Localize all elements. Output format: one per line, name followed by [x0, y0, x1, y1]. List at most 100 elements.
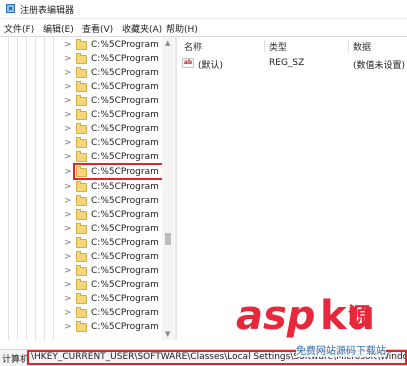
expand-arrow-icon[interactable]: >	[64, 210, 72, 220]
tree-item-label: C:%5CProgram Fi	[91, 252, 169, 262]
menu-file[interactable]: 文件(F)	[4, 22, 34, 35]
scroll-up-icon[interactable]: ▲	[165, 39, 170, 47]
tree-item[interactable]: > C:%5CProgram Fi	[0, 123, 169, 137]
folder-icon	[76, 293, 87, 304]
expand-arrow-icon[interactable]: >	[64, 182, 72, 192]
tree-item-label: C:%5CProgram Fi	[91, 280, 169, 290]
pane-splitter[interactable]	[175, 37, 177, 340]
expand-arrow-icon[interactable]: >	[64, 224, 72, 234]
expand-arrow-icon[interactable]: >	[64, 40, 72, 50]
tree-item-label: C:%5CProgram Fi	[91, 182, 169, 192]
folder-icon	[76, 181, 87, 192]
registry-editor-icon	[6, 4, 15, 13]
tree-item-label: C:%5CProgram Fi	[91, 238, 169, 248]
tree-item-label: C:%5CProgram Fi	[91, 196, 169, 206]
expand-arrow-icon[interactable]: >	[64, 294, 72, 304]
tree-item-label: C:%5CProgram Fi	[91, 294, 169, 304]
tree-item[interactable]: > C:%5CProgram Fi	[0, 279, 169, 293]
tree-scrollbar[interactable]: ▲ ▼	[162, 37, 174, 340]
menu-favorites[interactable]: 收藏夹(A)	[122, 22, 162, 35]
menu-help[interactable]: 帮助(H)	[166, 22, 198, 35]
expand-arrow-icon[interactable]: >	[64, 238, 72, 248]
tree-item[interactable]: > C:%5CProgram Fi	[0, 53, 169, 67]
expand-arrow-icon[interactable]: >	[64, 308, 72, 318]
value-name: (默认)	[198, 61, 224, 71]
tree-item-label: C:%5CProgram Fi	[91, 96, 169, 106]
tree-item[interactable]: > C:%5CProgram Fi	[0, 223, 169, 237]
column-header-type[interactable]: 类型	[269, 40, 287, 53]
expand-arrow-icon[interactable]: >	[64, 167, 72, 177]
tree-item[interactable]: > C:%5CProgram Fi	[0, 95, 169, 109]
expand-arrow-icon[interactable]: >	[64, 54, 72, 64]
expand-arrow-icon[interactable]: >	[64, 196, 72, 206]
tree-item[interactable]: > C:%5CProgram Fi	[0, 237, 169, 251]
tree-item[interactable]: > C:%5CProgram Fi	[0, 307, 169, 321]
expand-arrow-icon[interactable]: >	[64, 110, 72, 120]
folder-icon	[76, 209, 87, 220]
tree-item[interactable]: > C:%5CProgram Fi	[0, 181, 169, 195]
column-separator[interactable]	[348, 40, 349, 52]
expand-arrow-icon[interactable]: >	[64, 322, 72, 332]
folder-icon	[76, 195, 87, 206]
scrollbar-thumb[interactable]	[165, 233, 171, 245]
tree-item-label: C:%5CProgram Fi	[91, 210, 169, 220]
menu-bar: 文件(F) 编辑(E) 查看(V) 收藏夹(A) 帮助(H)	[0, 19, 407, 37]
tree-item-label: C:%5CProgram Fi	[91, 152, 169, 162]
value-row[interactable]: ab (默认) REG_SZ (数值未设置)	[178, 57, 407, 71]
folder-icon	[76, 279, 87, 290]
watermark-cn: 源	[348, 304, 371, 329]
expand-arrow-icon[interactable]: >	[64, 68, 72, 78]
scroll-down-icon[interactable]: ▼	[165, 330, 170, 338]
string-value-icon: ab	[182, 58, 194, 68]
expand-arrow-icon[interactable]: >	[64, 280, 72, 290]
folder-icon	[76, 151, 87, 162]
tree-item[interactable]: > C:%5CProgram Fi	[0, 39, 169, 53]
tree-item[interactable]: > C:%5CProgram Fi	[0, 195, 169, 209]
tree-item-label: C:%5CProgram Fi	[91, 308, 169, 318]
menu-edit[interactable]: 编辑(E)	[43, 22, 74, 35]
folder-icon	[76, 265, 87, 276]
tree-item[interactable]: > C:%5CProgram Fi	[0, 265, 169, 279]
expand-arrow-icon[interactable]: >	[64, 82, 72, 92]
tree-item-label: C:%5CProgram Fi	[91, 82, 169, 92]
tree-item[interactable]: > C:%5CProgram Fi	[0, 209, 169, 223]
expand-arrow-icon[interactable]: >	[64, 152, 72, 162]
folder-icon	[76, 67, 87, 78]
tree-item-label: C:%5CProgram Fi	[91, 266, 169, 276]
folder-icon	[76, 39, 87, 50]
tree-item-label: C:%5CProgram Fi	[91, 138, 169, 148]
tree-item[interactable]: > C:%5CProgram Fi	[0, 137, 169, 151]
window-title: 注册表编辑器	[20, 6, 75, 16]
title-bar: 注册表编辑器	[0, 0, 407, 19]
column-header-name[interactable]: 名称	[184, 40, 202, 53]
folder-icon	[76, 321, 87, 332]
tree-item[interactable]: > C:%5CProgram Fi	[0, 67, 169, 81]
tree-item[interactable]: > C:%5CProgram Fi	[0, 251, 169, 265]
watermark-subtitle: 免费网站源码下载站	[296, 342, 386, 357]
folder-icon	[76, 95, 87, 106]
status-prefix: 计算机	[2, 355, 30, 365]
expand-arrow-icon[interactable]: >	[64, 96, 72, 106]
tree-item[interactable]: > C:%5CProgram Fi	[0, 109, 169, 123]
column-separator[interactable]	[264, 40, 265, 52]
tree-item-label: C:%5CProgram Fi	[91, 54, 169, 64]
tree-item-label: C:%5CProgram Fi	[91, 68, 169, 78]
expand-arrow-icon[interactable]: >	[64, 252, 72, 262]
expand-arrow-icon[interactable]: >	[64, 124, 72, 134]
menu-view[interactable]: 查看(V)	[82, 22, 113, 35]
folder-icon	[76, 223, 87, 234]
tree-item-label: C:%5CProgram Fi	[91, 110, 169, 120]
folder-icon	[76, 237, 87, 248]
folder-icon	[76, 81, 87, 92]
folder-icon	[76, 123, 87, 134]
tree-item[interactable]: > C:%5CProgram Fi	[0, 81, 169, 95]
folder-icon	[76, 109, 87, 120]
tree-item[interactable]: > C:%5CProgram Fi	[0, 293, 169, 307]
expand-arrow-icon[interactable]: >	[64, 266, 72, 276]
column-header-data[interactable]: 数据	[353, 40, 371, 53]
registry-tree[interactable]: > C:%5CProgram Fi > C:%5CProgram Fi > C:%5C…	[0, 37, 174, 340]
expand-arrow-icon[interactable]: >	[64, 138, 72, 148]
folder-icon	[76, 307, 87, 318]
folder-icon	[76, 53, 87, 64]
tree-item[interactable]: > C:%5CProgram Fi	[0, 321, 169, 335]
